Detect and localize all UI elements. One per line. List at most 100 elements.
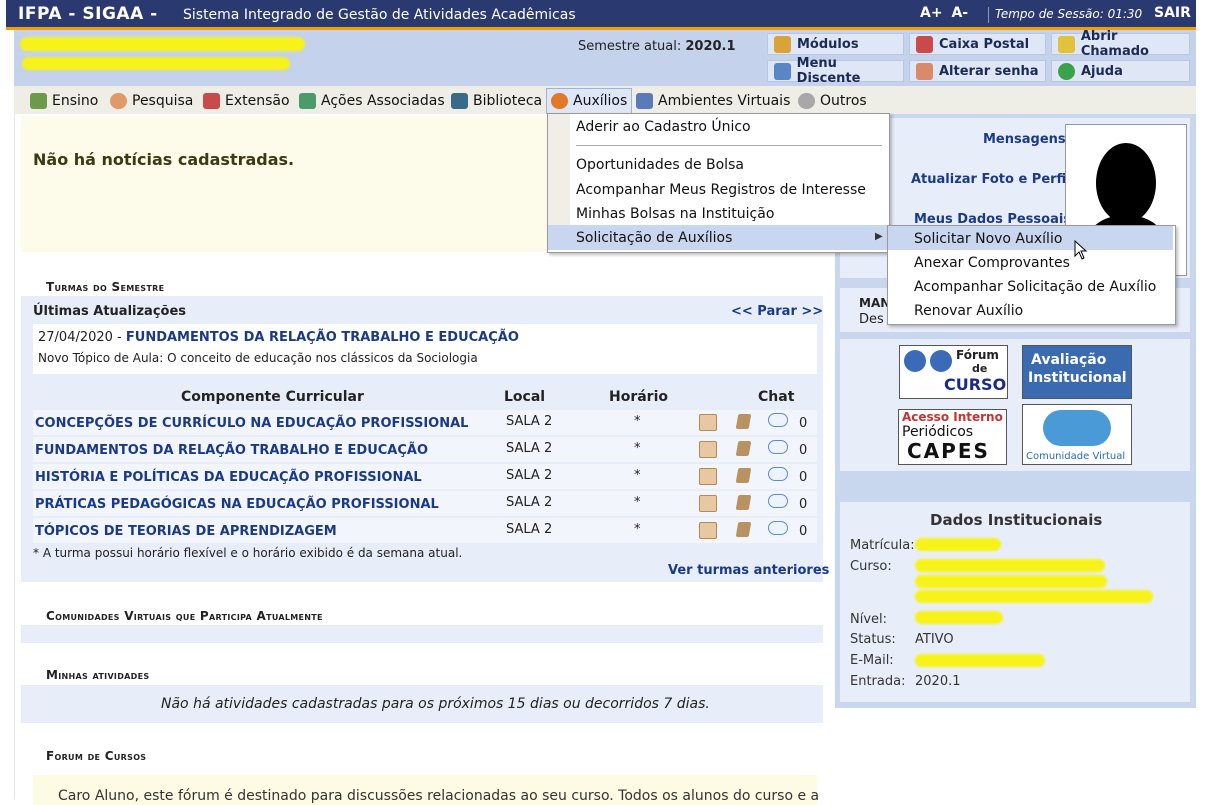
- library-icon: [451, 93, 468, 109]
- course-horario: *: [634, 468, 641, 483]
- menu-biblioteca[interactable]: Biblioteca: [451, 91, 542, 111]
- chat-icon[interactable]: [768, 467, 788, 481]
- brand-title: IFPA - SIGAA -: [18, 4, 158, 24]
- col-componente: Componente Curricular: [181, 389, 364, 405]
- redacted-user-course: [22, 57, 290, 70]
- alterar-senha-button[interactable]: Alterar senha: [909, 60, 1046, 82]
- course-link[interactable]: CONCEPÇÕES DE CURRÍCULO NA EDUCAÇÃO PROF…: [35, 416, 468, 431]
- course-link[interactable]: HISTÓRIA E POLÍTICAS DA EDUCAÇÃO PROFISS…: [35, 470, 422, 485]
- chat-icon[interactable]: [768, 440, 788, 454]
- grade-icon[interactable]: [699, 414, 717, 431]
- institutional-data-title: Dados Institucionais: [930, 511, 1103, 529]
- course-horario: *: [634, 441, 641, 456]
- periodicos-capes-logo[interactable]: Acesso Interno Periódicos CAPES: [898, 409, 1007, 465]
- hammer-icon[interactable]: [735, 441, 752, 456]
- update-text: Novo Tópico de Aula: O conceito de educa…: [38, 351, 478, 365]
- chat-count: 0: [799, 416, 808, 431]
- chat-count: 0: [799, 497, 808, 512]
- quick-links-panel: [840, 339, 1190, 471]
- grade-icon[interactable]: [699, 468, 717, 485]
- mensagens-link[interactable]: Mensagens: [983, 132, 1066, 147]
- books-icon: [30, 93, 47, 109]
- forum-text: Caro Aluno, este fórum é destinado para …: [58, 788, 820, 804]
- menu-item-acompanhar-solicitacao[interactable]: Acompanhar Solicitação de Auxílio: [914, 279, 1156, 295]
- hammer-icon[interactable]: [735, 495, 752, 510]
- mandates-text: Des: [859, 312, 884, 327]
- modulos-button[interactable]: Módulos: [767, 33, 904, 55]
- menu-pesquisa[interactable]: Pesquisa: [110, 91, 193, 111]
- avaliacao-institucional-logo[interactable]: Avaliação Institucional: [1022, 345, 1132, 399]
- system-name: Sistema Integrado de Gestão de Atividade…: [183, 7, 576, 23]
- forum-curso-logo[interactable]: Fórum de CURSO: [899, 345, 1008, 399]
- menu-item-aderir-cadastro[interactable]: Aderir ao Cadastro Único: [576, 119, 751, 135]
- course-link[interactable]: PRÁTICAS PEDAGÓGICAS NA EDUCAÇÃO PROFISS…: [35, 497, 439, 512]
- course-link[interactable]: TÓPICOS DE TEORIAS DE APRENDIZAGEM: [35, 524, 337, 539]
- course-horario: *: [634, 414, 641, 429]
- hammer-icon: [1058, 35, 1075, 53]
- menu-arrows-icon: [774, 62, 791, 80]
- mailbox-icon: [916, 35, 933, 53]
- menu-auxilios[interactable]: Auxílios: [546, 88, 633, 114]
- entrada-label: Entrada:: [850, 674, 906, 689]
- atividades-section-title: Minhas atividades: [46, 668, 150, 682]
- menu-item-renovar-auxilio[interactable]: Renovar Auxílio: [914, 303, 1023, 319]
- ajuda-button[interactable]: Ajuda: [1051, 60, 1190, 82]
- font-size-controls: A+ A-: [920, 5, 968, 21]
- atualizar-foto-link[interactable]: Atualizar Foto e Perfil: [911, 172, 1071, 187]
- previous-classes-link[interactable]: Ver turmas anteriores: [668, 563, 829, 578]
- course-local: SALA 2: [506, 468, 553, 483]
- redacted-user-name: [20, 37, 305, 51]
- course-local: SALA 2: [506, 441, 553, 456]
- atividades-empty-text: Não há atividades cadastradas para os pr…: [161, 696, 710, 712]
- hammer-icon[interactable]: [735, 522, 752, 537]
- chat-count: 0: [799, 524, 808, 539]
- menu-discente-button[interactable]: Menu Discente: [767, 56, 904, 86]
- course-link[interactable]: FUNDAMENTOS DA RELAÇÃO TRABALHO E EDUCAÇ…: [35, 443, 428, 458]
- menu-item-oportunidades-bolsa[interactable]: Oportunidades de Bolsa: [576, 157, 744, 173]
- col-horario: Horário: [609, 389, 669, 405]
- hammer-icon[interactable]: [735, 414, 752, 429]
- logout-button[interactable]: SAIR: [1154, 5, 1191, 21]
- menu-acoes[interactable]: Ações Associadas: [299, 91, 445, 111]
- grade-icon[interactable]: [699, 495, 717, 512]
- turmas-section-title: Turmas do Semestre: [46, 280, 165, 294]
- grade-icon[interactable]: [699, 441, 717, 458]
- menu-item-solicitacao-auxilios[interactable]: Solicitação de Auxílios: [576, 230, 732, 246]
- menu-ensino[interactable]: Ensino: [30, 91, 98, 111]
- caixa-postal-button[interactable]: Caixa Postal: [909, 33, 1046, 55]
- matricula-label: Matrícula:: [850, 538, 915, 553]
- chat-icon[interactable]: [768, 494, 788, 508]
- chat-icon[interactable]: [768, 521, 788, 535]
- update-date: 27/04/2020 -: [38, 330, 126, 345]
- course-horario: *: [634, 522, 641, 537]
- col-chat: Chat: [758, 389, 795, 405]
- menu-item-anexar-comprovantes[interactable]: Anexar Comprovantes: [914, 255, 1070, 271]
- update-course-link[interactable]: FUNDAMENTOS DA RELAÇÃO TRABALHO E EDUCAÇ…: [126, 330, 519, 345]
- hammer-icon[interactable]: [735, 468, 752, 483]
- menu-ambientes[interactable]: Ambientes Virtuais: [636, 91, 790, 111]
- redacted-curso: [915, 590, 1153, 603]
- update-entry: 27/04/2020 - FUNDAMENTOS DA RELAÇÃO TRAB…: [38, 330, 519, 345]
- menu-outros[interactable]: Outros: [798, 91, 867, 111]
- user-key-icon: [916, 62, 933, 80]
- chat-icon[interactable]: [768, 413, 788, 427]
- grade-icon[interactable]: [699, 522, 717, 539]
- menu-item-solicitar-novo-auxilio[interactable]: Solicitar Novo Auxílio: [914, 231, 1062, 247]
- person-icon: [551, 93, 568, 109]
- menu-item-registros-interesse[interactable]: Acompanhar Meus Registros de Interesse: [576, 182, 866, 198]
- font-decrease-button[interactable]: A-: [951, 5, 968, 21]
- comunidade-virtual-logo[interactable]: Comunidade Virtual: [1022, 404, 1132, 465]
- chat-count: 0: [799, 470, 808, 485]
- abrir-chamado-button[interactable]: Abrir Chamado: [1051, 29, 1190, 59]
- course-local: SALA 2: [506, 522, 553, 537]
- dropdown-icon-strip: [548, 114, 570, 226]
- font-increase-button[interactable]: A+: [920, 5, 943, 21]
- menu-item-minhas-bolsas[interactable]: Minhas Bolsas na Instituição: [576, 206, 774, 222]
- menu-extensao[interactable]: Extensão: [203, 91, 290, 111]
- stop-updates-link[interactable]: << Parar >>: [731, 304, 823, 319]
- comunidades-section-title: Comunidades Virtuais que Participa Atual…: [46, 609, 323, 623]
- turmas-footnote: * A turma possui horário flexível e o ho…: [33, 546, 463, 560]
- col-local: Local: [504, 389, 546, 405]
- submenu-arrow-icon: ▶: [875, 231, 883, 242]
- help-icon: [1058, 62, 1075, 80]
